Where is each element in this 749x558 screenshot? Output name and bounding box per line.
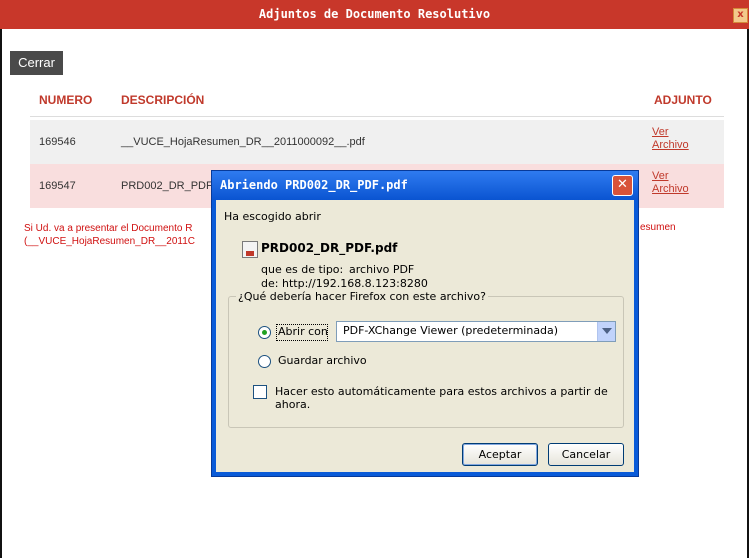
table-header: NUMERO DESCRIPCIÓN ADJUNTO (30, 83, 724, 117)
auto-label[interactable]: Hacer esto automáticamente para estos ar… (275, 385, 634, 411)
open-with-value: PDF-XChange Viewer (predeterminada) (343, 324, 559, 337)
header-numero: NUMERO (39, 93, 93, 107)
from-value: http://192.168.8.123:8280 (282, 277, 428, 290)
file-link-text: Archivo (652, 183, 689, 195)
view-link-text: Ver (652, 126, 669, 138)
close-button[interactable]: Cerrar (10, 51, 63, 75)
row-numero: 169546 (39, 136, 76, 148)
save-file-radio[interactable] (258, 355, 271, 368)
open-with-label[interactable]: Abrir con (278, 325, 328, 338)
type-value: archivo PDF (349, 263, 415, 276)
close-icon[interactable]: x (733, 8, 748, 23)
table-row: 169546 __VUCE_HojaResumen_DR__2011000092… (30, 120, 724, 164)
type-label: que es de tipo: (261, 263, 344, 276)
save-file-label[interactable]: Guardar archivo (278, 354, 367, 367)
view-file-link[interactable]: Ver Archivo (652, 126, 689, 152)
file-name: PRD002_DR_PDF.pdf (261, 241, 398, 255)
chevron-down-icon[interactable] (597, 322, 615, 341)
firefox-open-dialog: Abriendo PRD002_DR_PDF.pdf ✕ Ha escogido… (211, 170, 639, 477)
modal-title: Adjuntos de Documento Resolutivo (0, 0, 749, 29)
file-link-text: Archivo (652, 139, 689, 151)
cancel-button[interactable]: Cancelar (548, 443, 624, 466)
row-descripcion: PRD002_DR_PDF. (121, 180, 215, 192)
notice-right-text: esumen (640, 222, 676, 233)
notice-line-2: (__VUCE_HojaResumen_DR__2011C (24, 236, 196, 247)
chosen-label: Ha escogido abrir (224, 210, 321, 223)
pdf-file-icon (242, 241, 258, 258)
view-file-link[interactable]: Ver Archivo (652, 170, 689, 196)
dialog-close-icon[interactable]: ✕ (612, 175, 633, 196)
header-adjunto: ADJUNTO (654, 93, 712, 107)
row-numero: 169547 (39, 180, 76, 192)
modal-left-border (0, 29, 2, 558)
notice-line-1: Si Ud. va a presentar el Documento R (24, 223, 193, 234)
header-descripcion: DESCRIPCIÓN (121, 93, 205, 107)
from-label: de: (261, 277, 279, 290)
dialog-body: Ha escogido abrir PRD002_DR_PDF.pdf que … (216, 200, 634, 472)
dialog-title: Abriendo PRD002_DR_PDF.pdf (212, 171, 638, 200)
open-with-radio[interactable] (258, 326, 271, 339)
accept-button[interactable]: Aceptar (462, 443, 538, 466)
fieldset-question: ¿Qué debería hacer Firefox con este arch… (236, 290, 488, 303)
auto-checkbox[interactable] (253, 385, 267, 399)
view-link-text: Ver (652, 170, 669, 182)
row-descripcion: __VUCE_HojaResumen_DR__2011000092__.pdf (121, 136, 365, 148)
open-with-select[interactable]: PDF-XChange Viewer (predeterminada) (336, 321, 616, 342)
